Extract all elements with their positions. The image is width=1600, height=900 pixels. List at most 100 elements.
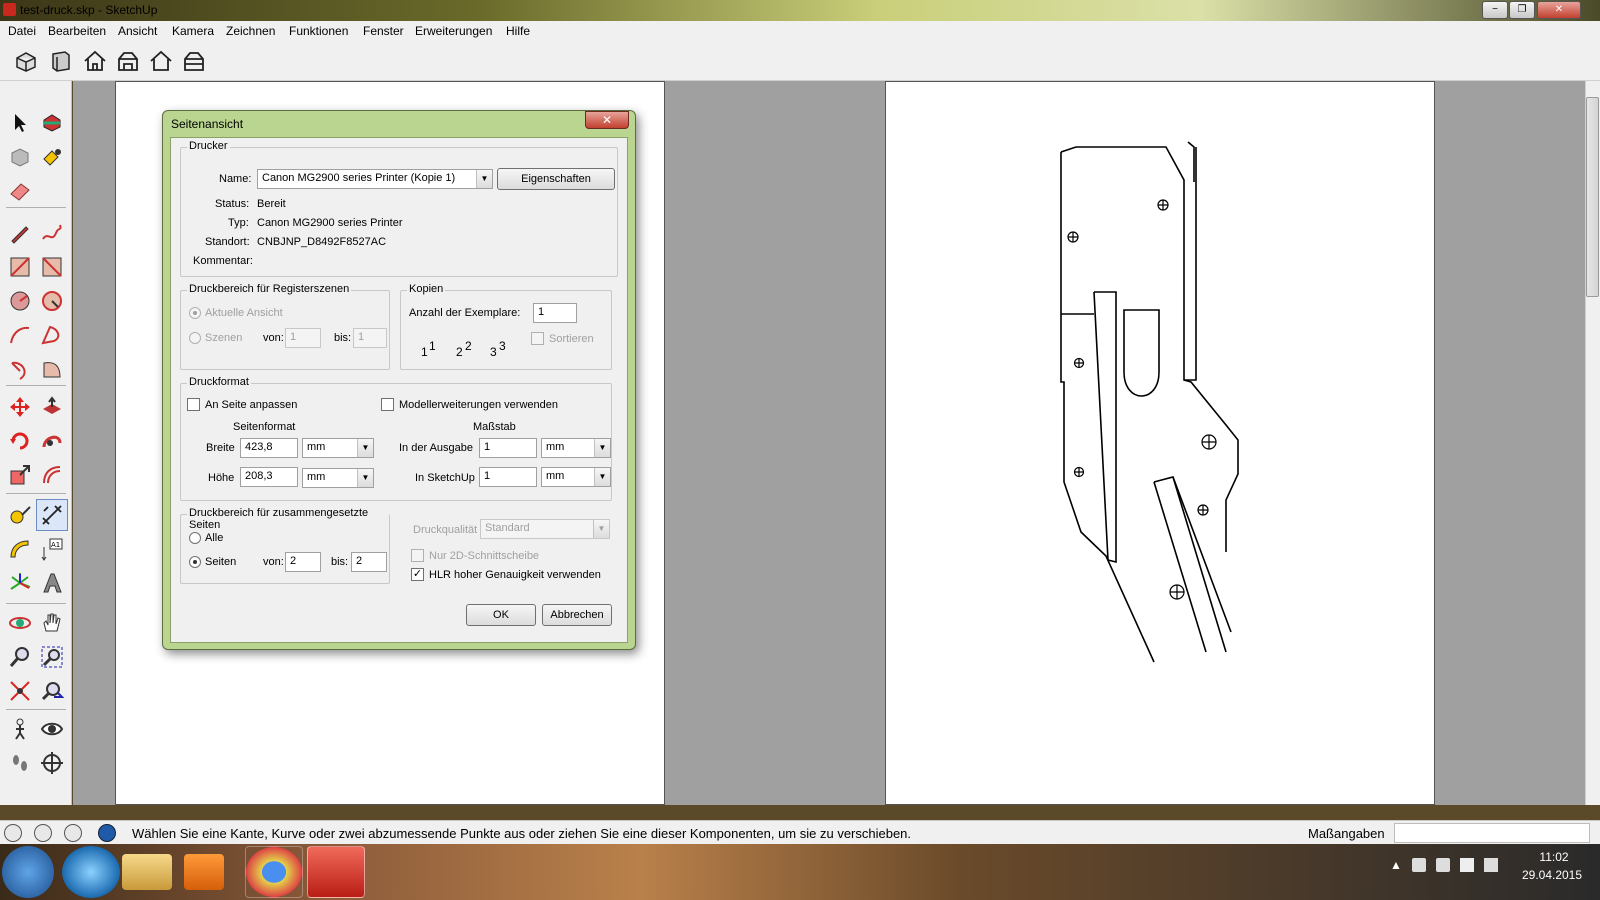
three-point-arc-icon[interactable]: [8, 357, 32, 381]
section-plane-icon[interactable]: [40, 751, 64, 775]
line-pencil-icon[interactable]: [8, 221, 32, 245]
text-tool-icon[interactable]: A1: [40, 537, 64, 561]
menu-hilfe[interactable]: Hilfe: [506, 24, 530, 38]
axes-icon[interactable]: [8, 571, 32, 595]
3d-text-icon[interactable]: [40, 571, 64, 595]
dimension-icon[interactable]: [40, 503, 64, 527]
volume-icon[interactable]: [1484, 858, 1498, 872]
right-view-icon[interactable]: [116, 50, 140, 72]
cancel-button[interactable]: Abbrechen: [542, 604, 612, 626]
menu-funktionen[interactable]: Funktionen: [289, 24, 348, 38]
print-quality-select[interactable]: Standard ▼: [480, 519, 610, 539]
paint-bucket-icon[interactable]: [40, 145, 64, 169]
pages-radio[interactable]: [189, 556, 201, 568]
user-account-icon[interactable]: [64, 824, 82, 842]
front-view-icon[interactable]: [83, 50, 107, 72]
maximize-button[interactable]: ❐: [1509, 1, 1535, 19]
menu-erweiterungen[interactable]: Erweiterungen: [415, 24, 492, 38]
network-icon[interactable]: [1460, 858, 1474, 872]
polygon-icon[interactable]: [40, 289, 64, 313]
height-unit-select[interactable]: mm ▼: [302, 468, 374, 488]
scale-output-unit-select[interactable]: mm ▼: [541, 438, 611, 458]
clock-time[interactable]: 11:02: [1532, 850, 1576, 864]
close-window-button[interactable]: ✕: [1537, 1, 1581, 19]
pie-icon[interactable]: [40, 357, 64, 381]
minimize-button[interactable]: −: [1482, 1, 1508, 19]
menu-datei[interactable]: Datei: [8, 24, 36, 38]
pan-hand-icon[interactable]: [40, 611, 64, 635]
internet-explorer-icon[interactable]: [62, 846, 120, 898]
printer-properties-button[interactable]: Eigenschaften: [497, 168, 615, 190]
action-center-icon[interactable]: [1412, 858, 1426, 872]
rotate-icon[interactable]: [8, 429, 32, 453]
device-icon[interactable]: [1436, 858, 1450, 872]
move-icon[interactable]: [8, 395, 32, 419]
two-point-arc-icon[interactable]: [40, 323, 64, 347]
ok-button[interactable]: OK: [466, 604, 536, 626]
offset-icon[interactable]: [40, 463, 64, 487]
menu-zeichnen[interactable]: Zeichnen: [226, 24, 275, 38]
show-hidden-icons-icon[interactable]: ▲: [1390, 858, 1404, 872]
position-camera-icon[interactable]: [8, 717, 32, 741]
scale-icon[interactable]: [8, 463, 32, 487]
menu-fenster[interactable]: Fenster: [363, 24, 404, 38]
tiled-from-input[interactable]: 2: [285, 552, 321, 572]
walk-footprints-icon[interactable]: [8, 751, 32, 775]
rotated-rectangle-icon[interactable]: [40, 255, 64, 279]
zoom-extents-icon[interactable]: [8, 679, 32, 703]
push-pull-icon[interactable]: [40, 395, 64, 419]
menu-kamera[interactable]: Kamera: [172, 24, 214, 38]
select-arrow-icon[interactable]: [8, 111, 32, 135]
eraser-icon[interactable]: [8, 179, 32, 203]
all-pages-radio[interactable]: [189, 532, 201, 544]
iso-view-icon[interactable]: [14, 50, 38, 72]
hlr-checkbox[interactable]: ✓: [411, 568, 424, 581]
explorer-icon[interactable]: [122, 854, 172, 890]
zoom-window-icon[interactable]: [40, 645, 64, 669]
scene-from-input[interactable]: 1: [285, 328, 321, 348]
sketchup-icon[interactable]: [307, 846, 365, 898]
circle-icon[interactable]: [8, 289, 32, 313]
back-view-icon[interactable]: [149, 50, 173, 72]
height-input[interactable]: 208,3: [240, 467, 298, 487]
follow-me-icon[interactable]: [40, 429, 64, 453]
scrollbar-thumb[interactable]: [1586, 97, 1599, 297]
collate-checkbox[interactable]: [531, 332, 544, 345]
copies-count-spinner[interactable]: 1: [533, 303, 577, 323]
zoom-icon[interactable]: [8, 645, 32, 669]
measurements-input[interactable]: [1394, 823, 1590, 843]
scenes-radio[interactable]: [189, 332, 201, 344]
clock-date[interactable]: 29.04.2015: [1514, 868, 1590, 882]
only-2d-checkbox[interactable]: [411, 549, 424, 562]
tape-measure-icon[interactable]: [8, 503, 32, 527]
rectangle-icon[interactable]: [8, 255, 32, 279]
credits-icon[interactable]: [34, 824, 52, 842]
fit-page-checkbox[interactable]: [187, 398, 200, 411]
printer-name-select[interactable]: Canon MG2900 series Printer (Kopie 1) ▼: [257, 169, 493, 189]
arc-icon[interactable]: [8, 323, 32, 347]
media-player-icon[interactable]: [184, 854, 224, 890]
menu-ansicht[interactable]: Ansicht: [118, 24, 157, 38]
look-around-eye-icon[interactable]: [40, 717, 64, 741]
scale-sketchup-unit-select[interactable]: mm ▼: [541, 467, 611, 487]
orbit-icon[interactable]: [8, 611, 32, 635]
freehand-icon[interactable]: [40, 221, 64, 245]
start-orb-icon[interactable]: [2, 846, 54, 898]
scene-to-input[interactable]: 1: [353, 328, 387, 348]
chrome-icon[interactable]: [245, 846, 303, 898]
scale-sketchup-input[interactable]: 1: [479, 467, 537, 487]
tiled-to-input[interactable]: 2: [351, 552, 387, 572]
make-component-icon[interactable]: [40, 111, 64, 135]
width-input[interactable]: 423,8: [240, 438, 298, 458]
scale-output-input[interactable]: 1: [479, 438, 537, 458]
protractor-icon[interactable]: [8, 537, 32, 561]
left-view-icon[interactable]: [182, 50, 206, 72]
dialog-close-button[interactable]: ✕: [585, 111, 629, 129]
width-unit-select[interactable]: mm ▼: [302, 438, 374, 458]
previous-view-icon[interactable]: [40, 679, 64, 703]
current-view-radio[interactable]: [189, 307, 201, 319]
help-icon[interactable]: [98, 824, 116, 842]
geo-location-icon[interactable]: [4, 824, 22, 842]
model-extents-checkbox[interactable]: [381, 398, 394, 411]
menu-bearbeiten[interactable]: Bearbeiten: [48, 24, 106, 38]
